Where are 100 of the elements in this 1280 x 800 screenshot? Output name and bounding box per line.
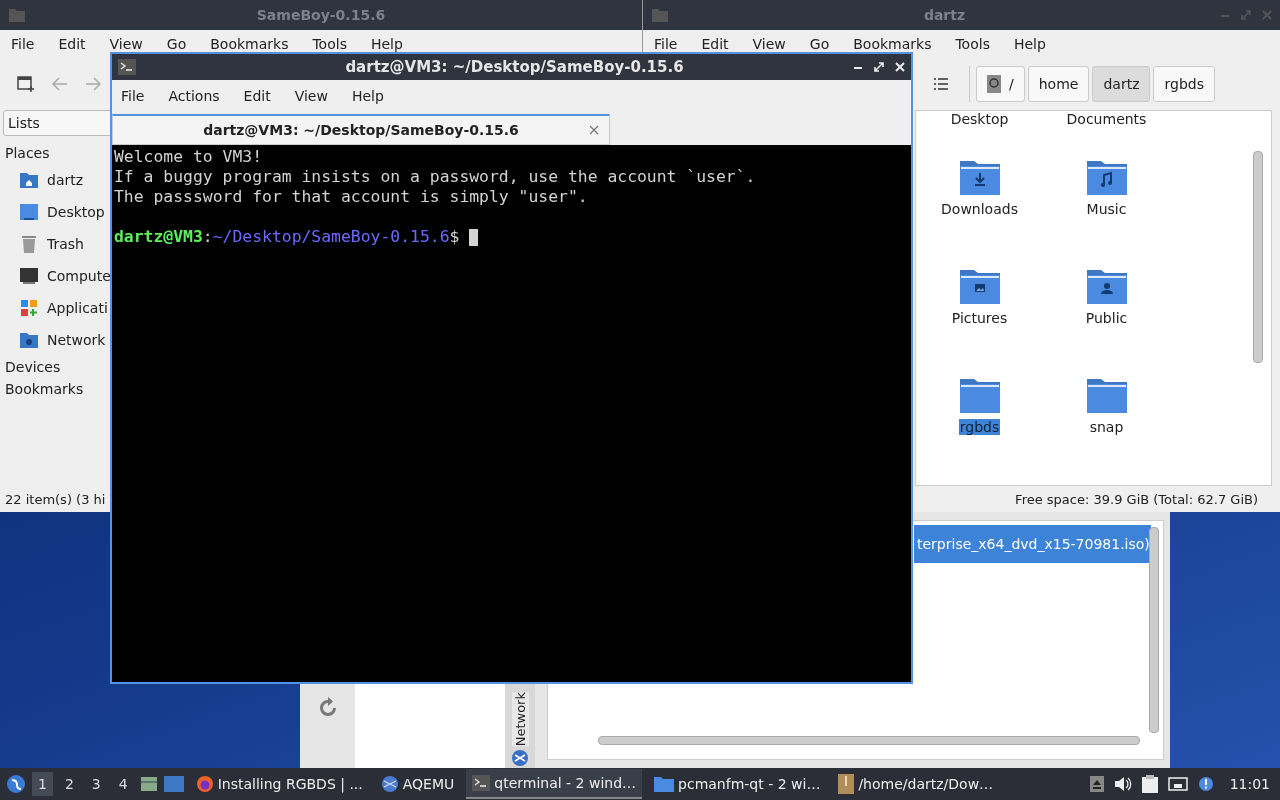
list-row[interactable]: terprise_x64_dvd_x15-70981.iso) — [914, 525, 1151, 563]
terminal-tab[interactable]: dartz@VM3: ~/Desktop/SameBoy-0.15.6 — [112, 114, 610, 145]
window-title: dartz@VM3: ~/Desktop/SameBoy-0.15.6 — [344, 58, 685, 76]
monitor-icon — [19, 266, 39, 286]
workspace-button[interactable]: 3 — [85, 772, 107, 796]
folder-icon[interactable] — [959, 376, 1000, 413]
folder-icon — [654, 776, 675, 792]
desktop-icon[interactable] — [163, 776, 184, 792]
download-folder-icon[interactable] — [959, 158, 1000, 195]
scrollbar[interactable] — [1253, 151, 1263, 363]
menu-item[interactable]: Help — [363, 34, 410, 54]
folder-label[interactable]: snap — [1088, 418, 1125, 435]
scrollbar[interactable] — [1149, 527, 1159, 733]
task-button[interactable]: qterminal - 2 wind… — [466, 769, 643, 799]
archive-icon — [838, 774, 855, 794]
menu-item[interactable]: View — [745, 34, 793, 54]
menu-item[interactable]: Tools — [948, 34, 997, 54]
prompt-separator: : — [202, 227, 213, 247]
start-menu-icon[interactable] — [6, 774, 26, 794]
place-item[interactable]: Applicati — [47, 300, 108, 316]
menu-item[interactable]: Edit — [51, 34, 93, 54]
network-folder-icon — [19, 330, 39, 350]
globe-icon — [380, 775, 399, 793]
window-title: SameBoy-0.15.6 — [255, 7, 387, 23]
place-item[interactable]: Compute — [47, 268, 111, 284]
path-button[interactable]: rgbds — [1153, 66, 1215, 102]
panel-mode-dropdown[interactable]: Lists — [3, 110, 113, 136]
home-folder-icon — [19, 170, 39, 190]
menu-item[interactable]: Go — [159, 34, 194, 54]
path-button[interactable]: home — [1027, 66, 1090, 102]
menu-item[interactable]: Tools — [305, 34, 354, 54]
eject-icon[interactable] — [1089, 776, 1104, 792]
menu-item[interactable]: Help — [1006, 34, 1053, 54]
menu-item[interactable]: Go — [802, 34, 837, 54]
folder-icon — [651, 7, 669, 23]
workspace-button[interactable]: 4 — [112, 772, 134, 796]
apps-icon — [19, 298, 39, 318]
side-tab[interactable]: Network — [511, 691, 529, 746]
clock: 11:01 — [1229, 776, 1270, 792]
menu-item[interactable]: Bookmarks — [846, 34, 939, 54]
drive-icon — [987, 75, 1001, 93]
list-view-icon[interactable] — [933, 77, 949, 91]
prompt-user: dartz@VM3 — [114, 227, 203, 247]
menu-item[interactable]: Edit — [236, 86, 278, 106]
folder-label[interactable]: Desktop — [949, 111, 1010, 127]
volume-icon[interactable] — [1113, 776, 1132, 792]
prompt-path: ~/Desktop/SameBoy-0.15.6 — [212, 227, 450, 247]
path-button[interactable]: / — [976, 66, 1025, 102]
globe-icon — [511, 749, 529, 767]
notification-icon[interactable] — [1197, 776, 1214, 792]
menu-item[interactable]: View — [287, 86, 335, 106]
clipboard-icon[interactable] — [1141, 775, 1158, 793]
music-folder-icon[interactable] — [1086, 158, 1127, 195]
menu-item[interactable]: Help — [344, 86, 391, 106]
folder-label[interactable]: Pictures — [950, 309, 1009, 326]
task-button[interactable]: pcmanfm-qt - 2 wi… — [648, 769, 827, 799]
task-button[interactable]: /home/dartz/Dow… — [832, 769, 1000, 799]
menu-item[interactable]: File — [114, 86, 152, 106]
workspace-button[interactable]: 2 — [58, 772, 80, 796]
folder-icon[interactable] — [1086, 376, 1127, 413]
network-icon[interactable] — [1167, 776, 1188, 792]
menu-item[interactable]: File — [4, 34, 42, 54]
trash-icon — [19, 234, 39, 254]
path-button[interactable]: dartz — [1092, 66, 1151, 102]
window-title: dartz — [922, 7, 967, 23]
prompt-symbol: $ — [449, 227, 460, 247]
section-header[interactable]: Bookmarks — [3, 378, 113, 400]
terminal-icon — [118, 59, 136, 75]
section-header[interactable]: Devices — [3, 356, 113, 378]
terminal-line: The passsword for that account is simply "user". — [114, 187, 589, 207]
terminal-icon — [472, 775, 491, 791]
new-window-icon[interactable] — [17, 75, 35, 93]
menu-item[interactable]: Bookmarks — [203, 34, 296, 54]
terminal-line: If a buggy program insists on a password, use the account `user`. — [114, 167, 757, 187]
person-folder-icon[interactable] — [1086, 267, 1127, 304]
folder-label[interactable]: rgbds — [958, 418, 1001, 435]
workspace-button[interactable]: 1 — [32, 772, 53, 796]
scrollbar[interactable] — [598, 736, 1140, 745]
task-button[interactable]: AQEMU — [374, 769, 461, 799]
folder-label[interactable]: Music — [1085, 200, 1128, 217]
browser-icon — [195, 775, 214, 793]
file-cabinet-icon[interactable] — [139, 775, 158, 793]
terminal-line: Welcome to VM3! — [114, 147, 264, 167]
menu-item[interactable]: File — [647, 34, 685, 54]
place-item[interactable]: dartz — [47, 172, 84, 188]
section-header[interactable]: Places — [3, 142, 113, 164]
folder-icon — [8, 7, 26, 23]
status-text: 22 item(s) (3 hi — [5, 491, 106, 507]
folder-label[interactable]: Public — [1084, 309, 1129, 326]
menu-item[interactable]: Actions — [161, 86, 227, 106]
place-item[interactable]: Network — [47, 332, 106, 348]
folder-label[interactable]: Documents — [1065, 111, 1148, 127]
place-item[interactable]: Desktop — [47, 204, 105, 220]
pictures-folder-icon[interactable] — [959, 267, 1000, 304]
menu-item[interactable]: Edit — [694, 34, 736, 54]
folder-label[interactable]: Downloads — [940, 200, 1019, 217]
task-button[interactable]: Installing RGBDS | ... — [189, 769, 369, 799]
menu-item[interactable]: View — [102, 34, 150, 54]
text-cursor — [469, 228, 479, 246]
place-item[interactable]: Trash — [47, 236, 84, 252]
